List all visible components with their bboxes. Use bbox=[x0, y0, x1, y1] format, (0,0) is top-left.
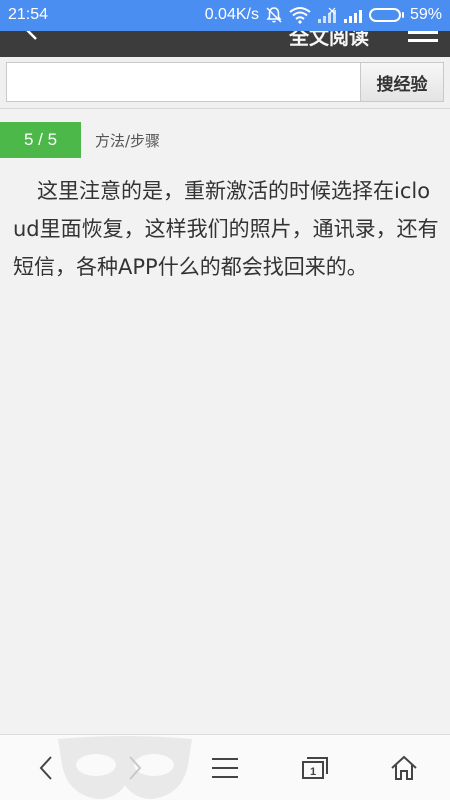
menu-icon[interactable] bbox=[195, 735, 255, 800]
search-button[interactable]: 搜经验 bbox=[360, 62, 444, 102]
status-time: 21:54 bbox=[8, 6, 49, 23]
wifi-icon bbox=[289, 6, 311, 24]
header-title: 全文阅读 bbox=[289, 31, 369, 49]
battery-icon bbox=[368, 8, 404, 22]
search-input[interactable] bbox=[6, 62, 361, 102]
hamburger-icon[interactable] bbox=[408, 31, 438, 47]
battery-percent: 59% bbox=[409, 6, 442, 23]
status-icons: 0.04K/s 59% bbox=[205, 6, 442, 24]
signal-icon bbox=[343, 7, 363, 23]
back-arrow-icon[interactable] bbox=[16, 735, 76, 800]
forward-arrow-icon[interactable] bbox=[105, 735, 165, 800]
tabs-icon[interactable]: 1 bbox=[285, 735, 345, 800]
tab-count: 1 bbox=[310, 766, 316, 778]
step-label: 方法/步骤 bbox=[95, 132, 161, 150]
signal-weak-icon bbox=[317, 7, 337, 23]
mute-bell-icon bbox=[265, 6, 283, 24]
status-bar: 21:54 0.04K/s 59% bbox=[0, 0, 450, 31]
app-header: 全文阅读 bbox=[0, 31, 450, 57]
step-text: 这里注意的是，重新激活的时候选择在icloud里面恢复，这样我们的照片，通讯录，… bbox=[13, 179, 439, 279]
search-bar: 搜经验 bbox=[0, 57, 450, 109]
bottom-nav: 1 bbox=[0, 734, 450, 800]
step-badge: 5 / 5 bbox=[0, 122, 81, 158]
home-icon[interactable] bbox=[374, 735, 434, 800]
network-speed: 0.04K/s bbox=[204, 6, 259, 23]
chevron-left-icon[interactable] bbox=[22, 31, 42, 41]
